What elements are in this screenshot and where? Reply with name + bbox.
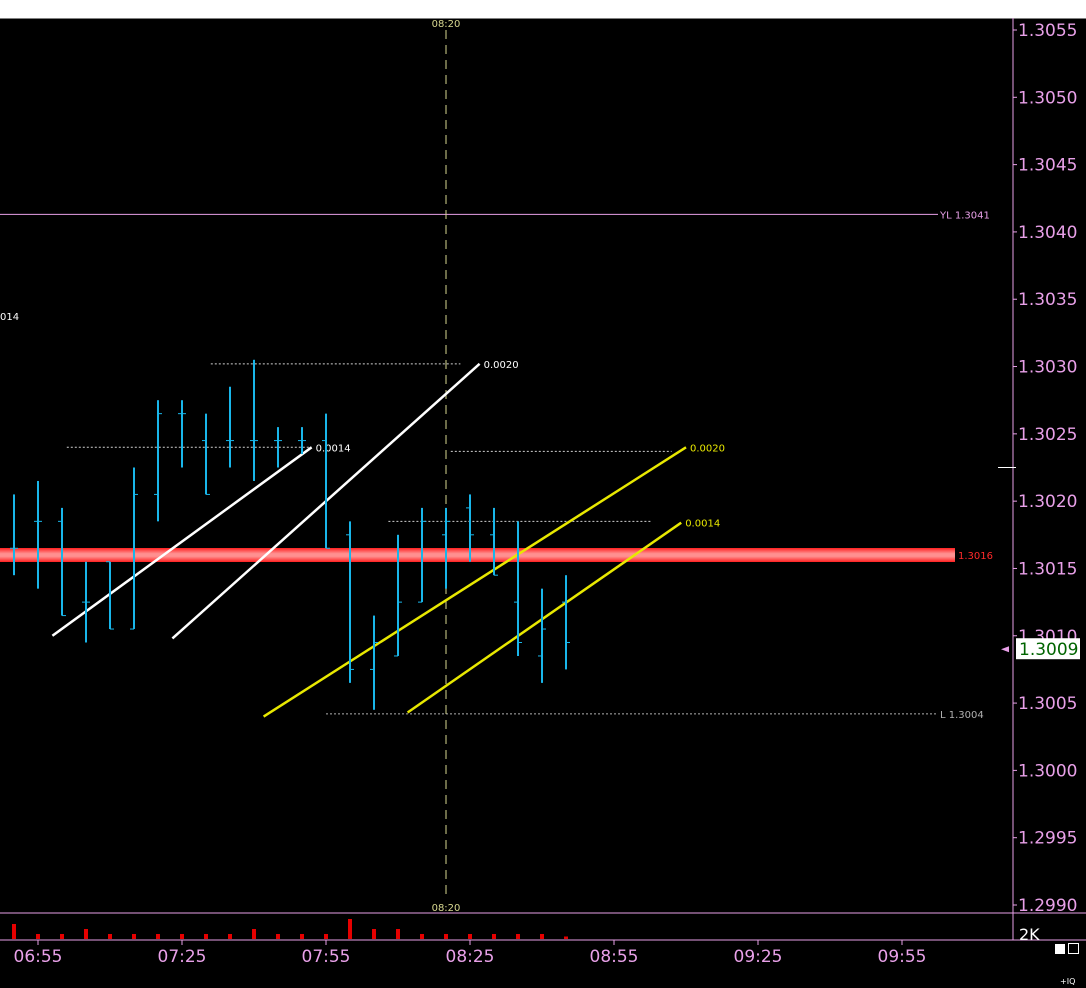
volume-bar-9 — [204, 934, 208, 939]
last-price-arrow-icon — [1001, 646, 1009, 653]
time-tick-label-0: 06:55 — [14, 947, 63, 967]
price-tick-label-3: 1.3005 — [1018, 694, 1077, 714]
price-tick-label-12: 1.3050 — [1018, 88, 1077, 108]
volume-bar-17 — [396, 929, 400, 939]
time-tick-label-6: 09:55 — [878, 947, 927, 967]
price-tick-label-10: 1.3040 — [1018, 223, 1077, 243]
trendline-label-0: 0.0014 — [316, 443, 351, 454]
chart-frame — [0, 18, 1086, 941]
price-tick-label-9: 1.3035 — [1018, 290, 1077, 310]
price-tick-label-8: 1.3030 — [1018, 358, 1077, 378]
volume-bar-24 — [564, 936, 568, 939]
volume-bar-23 — [540, 934, 544, 939]
volume-bar-14 — [324, 934, 328, 939]
trendline-label-3: 0.0014 — [685, 519, 720, 530]
price-tick-label-1: 1.2995 — [1018, 829, 1077, 849]
band-rect — [0, 548, 955, 562]
highlight-band: 1.3016 — [0, 548, 993, 562]
volume-bar-5 — [108, 934, 112, 939]
volume-bar-8 — [180, 934, 184, 939]
volume-bar-3 — [60, 934, 64, 939]
volume-bar-4 — [84, 929, 88, 939]
volume-bar-21 — [492, 934, 496, 939]
ohlc-bars — [10, 359, 570, 710]
chart-overlays: 014+IQ — [0, 312, 1079, 986]
volume-bar-7 — [156, 934, 160, 939]
time-marker-label-top: 08:20 — [432, 19, 461, 30]
volume-bar-12 — [276, 934, 280, 939]
volume-bar-1 — [12, 924, 16, 939]
volume-bar-2 — [36, 934, 40, 939]
trendline-label-1: 0.0020 — [484, 360, 519, 371]
price-tick-label-11: 1.3045 — [1018, 156, 1077, 176]
time-tick-label-2: 07:55 — [302, 947, 351, 967]
trendlines[interactable]: 0.0014 0.0020 0.0020 0.0014 — [51, 360, 725, 718]
trendline-label-2: 0.0020 — [690, 443, 725, 454]
price-tick-label-13: 1.3055 — [1018, 21, 1077, 41]
time-axis[interactable]: 06:55 07:25 07:55 08:25 08:55 09:25 09:55 — [14, 940, 927, 967]
volume-bar-6 — [132, 934, 136, 939]
time-tick-label-1: 07:25 — [158, 947, 207, 967]
time-marker-label-bottom: 08:20 — [432, 903, 461, 914]
left-cut-label: 014 — [0, 312, 19, 323]
volume-bar-11 — [252, 929, 256, 939]
time-tick-label-3: 08:25 — [446, 947, 495, 967]
level-label-0: YL 1.3041 — [939, 210, 990, 221]
price-tick-label-2: 1.3000 — [1018, 761, 1077, 781]
volume-bar-15 — [348, 919, 352, 939]
volume-bar-10 — [228, 934, 232, 939]
level-lines: YL 1.3041 L 1.3004 — [0, 210, 990, 721]
time-tick-label-5: 09:25 — [734, 947, 783, 967]
trendline-white-0[interactable] — [51, 446, 313, 637]
volume-bar-16 — [372, 929, 376, 939]
price-tick-label-6: 1.3020 — [1018, 492, 1077, 512]
time-tick-label-4: 08:55 — [590, 947, 639, 967]
band-label: 1.3016 — [958, 551, 993, 562]
price-tick-label-0: 1.2990 — [1018, 896, 1077, 916]
level-label-1: L 1.3004 — [940, 710, 984, 721]
price-tick-label-5: 1.3015 — [1018, 559, 1077, 579]
price-axis[interactable]: 1.29901.29951.30001.30051.30101.30151.30… — [998, 21, 1080, 916]
volume-bar-18 — [420, 934, 424, 939]
volume-bar-22 — [516, 934, 520, 939]
price-chart[interactable]: 1.3016 YL 1.3041 L 1.3004 08:20 08:20 0.00… — [0, 0, 1086, 988]
price-tick-label-7: 1.3025 — [1018, 425, 1077, 445]
corner-controls — [1014, 940, 1086, 988]
volume-bar-19 — [444, 934, 448, 939]
volume-bar-13 — [300, 934, 304, 939]
last-price-label: 1.3009 — [1019, 640, 1078, 660]
volume-bar-20 — [468, 934, 472, 939]
time-marker: 08:20 08:20 — [432, 19, 461, 914]
